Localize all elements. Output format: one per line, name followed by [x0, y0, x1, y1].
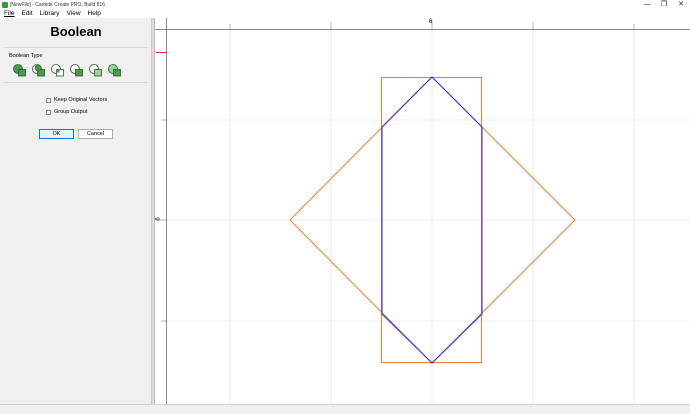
keep-original-vectors-label: Keep Original Vectors [54, 97, 108, 103]
maximize-button[interactable]: ❐ [657, 0, 671, 9]
minimize-button[interactable]: — [640, 0, 654, 9]
ok-button[interactable]: OK [39, 129, 74, 139]
boolean-panel: Boolean Boolean Type Keep Original Vecto… [0, 18, 152, 404]
drawing-canvas[interactable] [167, 30, 690, 404]
separator [4, 47, 148, 48]
window-title: [NewFile] - Carbide Create PRO, Build 81… [10, 1, 106, 8]
title-bar: [NewFile] - Carbide Create PRO, Build 81… [0, 0, 690, 9]
group-output-label: Group Output [54, 109, 88, 115]
cancel-button[interactable]: Cancel [78, 129, 113, 139]
keep-original-vectors-checkbox[interactable] [46, 97, 51, 103]
boolean-type-label: Boolean Type [9, 53, 43, 59]
menu-bar: File Edit Library View Help [0, 9, 690, 18]
menu-file[interactable]: File [4, 9, 14, 18]
ruler-h-label: 6 [429, 19, 433, 25]
separator [4, 82, 148, 83]
keep-original-vectors-row[interactable]: Keep Original Vectors [46, 97, 107, 103]
boolean-type-icons [12, 63, 122, 77]
panel-heading: Boolean [50, 24, 102, 39]
intersect-icon[interactable] [50, 63, 65, 77]
group-output-row[interactable]: Group Output [46, 109, 87, 115]
horizontal-ruler: 6 [167, 18, 690, 30]
menu-view[interactable]: View [67, 9, 81, 18]
clip-icon[interactable] [107, 63, 122, 77]
app-icon [2, 1, 8, 8]
subtract-icon[interactable] [31, 63, 46, 77]
group-output-checkbox[interactable] [46, 109, 51, 115]
vertical-ruler: 6 [155, 30, 167, 404]
ruler-v-label: 6 [155, 217, 162, 221]
ruler-corner [155, 18, 167, 30]
grid-lines [167, 30, 690, 404]
exclude-icon[interactable] [88, 63, 103, 77]
canvas-svg [167, 30, 690, 404]
menu-edit[interactable]: Edit [21, 9, 32, 18]
close-button[interactable]: ✕ [674, 0, 688, 9]
menu-help[interactable]: Help [88, 9, 101, 18]
subtract-reverse-icon[interactable] [69, 63, 84, 77]
union-icon[interactable] [12, 63, 27, 77]
menu-library[interactable]: Library [40, 9, 60, 18]
status-bar [0, 404, 690, 414]
